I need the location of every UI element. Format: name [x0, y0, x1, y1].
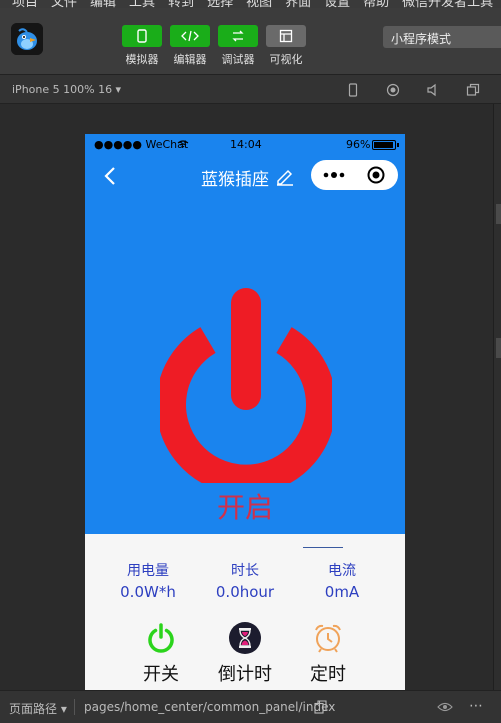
- more-icon[interactable]: [323, 172, 353, 178]
- rail-tab[interactable]: [496, 338, 501, 358]
- menu-item-file[interactable]: 文件: [51, 0, 77, 8]
- power-button[interactable]: [160, 288, 332, 483]
- debug-icon: [232, 30, 244, 42]
- stat-duration-value: 0.0hour: [215, 583, 275, 601]
- power-state-label: 开启: [216, 491, 273, 524]
- switch-label: 开关: [143, 664, 179, 685]
- divider: [303, 547, 343, 548]
- menu-item-select[interactable]: 选择: [207, 0, 233, 8]
- stat-energy: 用电量 0.0W*h: [98, 560, 198, 601]
- mode-select-value: 小程序模式: [391, 32, 452, 46]
- layout-icon: [279, 29, 293, 43]
- visual-label: 可视化: [269, 53, 303, 66]
- simulator-tool[interactable]: 模拟器: [122, 25, 162, 67]
- wifi-icon: [177, 140, 189, 148]
- simulator-button[interactable]: [122, 25, 162, 47]
- stat-current: 电流 0mA: [292, 560, 392, 601]
- page-path: pages/home_center/common_panel/index: [84, 700, 336, 714]
- battery-icon: [372, 140, 399, 150]
- alarm-clock-icon: [315, 624, 341, 653]
- visual-tool[interactable]: 可视化: [266, 25, 306, 67]
- menu-item-goto[interactable]: 转到: [168, 0, 194, 8]
- rail-tab[interactable]: [496, 204, 501, 224]
- hourglass-icon: [229, 622, 261, 654]
- battery-percent: 96%: [346, 138, 371, 151]
- menu-item-edit[interactable]: 编辑: [90, 0, 116, 8]
- avatar[interactable]: [11, 23, 43, 55]
- stat-duration-label: 时长: [231, 563, 259, 579]
- bird-avatar-icon: [11, 23, 43, 55]
- power-icon: [148, 623, 174, 653]
- stats-row: 用电量 0.0W*h 时长 0.0hour 电流 0mA: [85, 560, 405, 601]
- stat-current-label: 电流: [328, 563, 356, 579]
- carrier-text: ●●●●● WeChat: [94, 138, 189, 151]
- power-bar: [231, 288, 261, 410]
- visual-button[interactable]: [266, 25, 306, 47]
- menu-item-project[interactable]: 项目: [12, 0, 38, 8]
- page-path-toggle[interactable]: 页面路径 ▾: [9, 700, 67, 717]
- device-bar: iPhone 5 100% 16 ▾: [0, 74, 501, 104]
- editor-button[interactable]: [170, 25, 210, 47]
- record-icon[interactable]: [386, 83, 400, 97]
- menu-item-settings[interactable]: 设置: [324, 0, 350, 8]
- nav-bar: 蓝猴插座: [85, 154, 405, 198]
- debugger-tool[interactable]: 调试器: [218, 25, 258, 67]
- menu-item-help[interactable]: 帮助: [363, 0, 389, 8]
- copy-icon[interactable]: [314, 700, 327, 714]
- power-panel: 开启: [85, 198, 405, 548]
- editor-label: 编辑器: [173, 53, 207, 66]
- menu-bar: 项目 文件 编辑 工具 转到 选择 视图 界面 设置 帮助 微信开发者工具: [0, 0, 501, 8]
- divider: [74, 699, 75, 715]
- page-path-bar: 页面路径 ▾ pages/home_center/common_panel/in…: [0, 690, 501, 723]
- volume-icon[interactable]: [426, 83, 440, 97]
- close-miniprogram-icon[interactable]: [367, 166, 385, 184]
- debugger-label: 调试器: [221, 53, 255, 66]
- eye-icon[interactable]: [437, 702, 453, 712]
- status-time: 14:04: [230, 138, 262, 151]
- action-row: 开关 倒计时 定时: [85, 622, 405, 690]
- phone-icon: [137, 29, 147, 43]
- phone-icon[interactable]: [346, 83, 360, 97]
- menu-item-devtools[interactable]: 微信开发者工具: [402, 0, 493, 8]
- countdown-action[interactable]: 倒计时: [205, 622, 285, 686]
- switch-action[interactable]: 开关: [121, 622, 201, 686]
- debugger-button[interactable]: [218, 25, 258, 47]
- countdown-label: 倒计时: [218, 664, 272, 685]
- code-icon: [181, 30, 199, 42]
- simulator-label: 模拟器: [125, 53, 159, 66]
- timer-label: 定时: [310, 664, 346, 685]
- toolbar: 模拟器 编辑器 调试器 可视化 小程序模式: [0, 8, 501, 74]
- stat-energy-value: 0.0W*h: [120, 583, 176, 601]
- back-icon[interactable]: [101, 164, 121, 188]
- menu-capsule: [311, 160, 398, 190]
- menu-item-view[interactable]: 视图: [246, 0, 272, 8]
- menu-item-tools[interactable]: 工具: [129, 0, 155, 8]
- phone-simulator: ●●●●● WeChat 14:04 96% 蓝猴插座 开启 用电量 0.0W*…: [85, 134, 405, 690]
- status-bar: ●●●●● WeChat 14:04 96%: [85, 134, 405, 154]
- window-icon[interactable]: [466, 83, 480, 97]
- more-icon[interactable]: ⋯: [469, 698, 483, 714]
- stat-energy-label: 用电量: [127, 563, 169, 579]
- stat-current-value: 0mA: [324, 583, 360, 601]
- editor-tool[interactable]: 编辑器: [170, 25, 210, 67]
- mode-select[interactable]: 小程序模式: [383, 26, 501, 48]
- page-title: 蓝猴插座: [201, 170, 269, 190]
- menu-item-interface[interactable]: 界面: [285, 0, 311, 8]
- timer-action[interactable]: 定时: [288, 622, 368, 686]
- side-rail: [493, 104, 501, 690]
- stat-duration: 时长 0.0hour: [195, 560, 295, 601]
- edit-icon[interactable]: [275, 166, 295, 186]
- device-selector[interactable]: iPhone 5 100% 16 ▾: [12, 83, 121, 96]
